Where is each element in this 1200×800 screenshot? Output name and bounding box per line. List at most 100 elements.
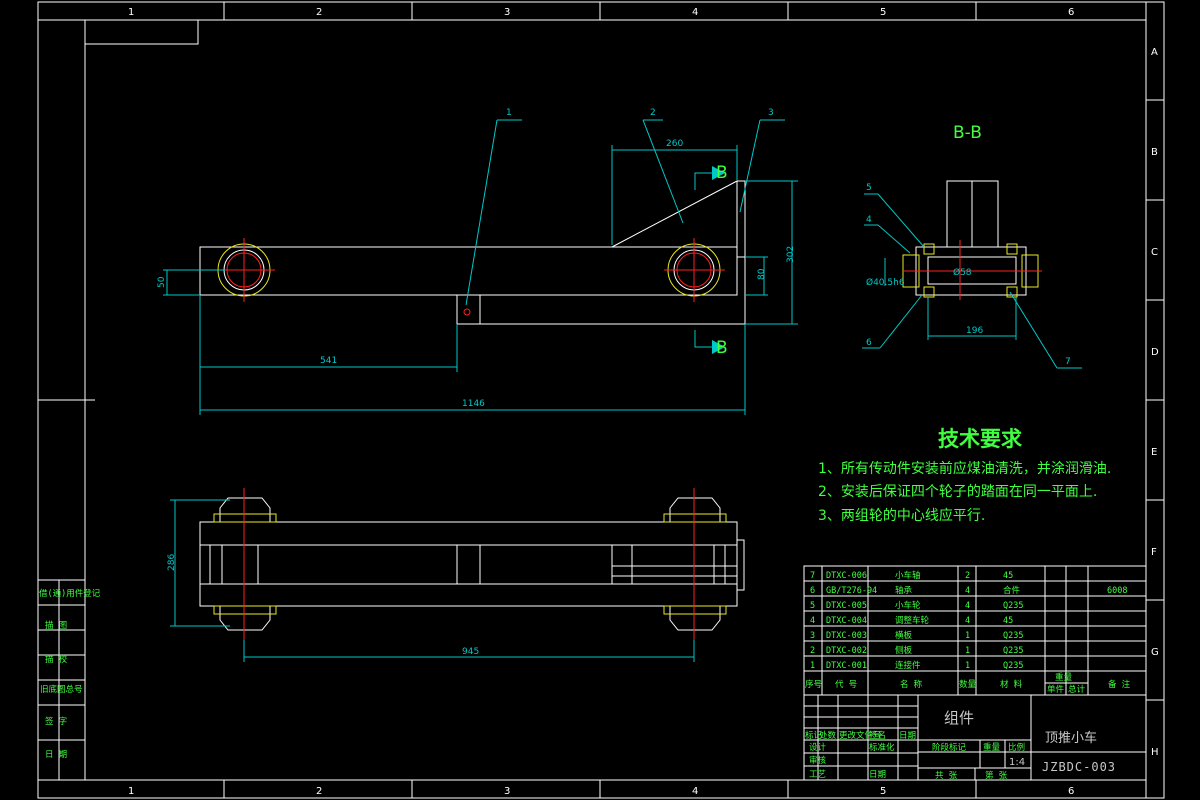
svg-text:1、所有传动件安装前应煤油清洗，并涂润滑油.: 1、所有传动件安装前应煤油清洗，并涂润滑油. xyxy=(818,460,1111,477)
svg-text:材 料: 材 料 xyxy=(1000,679,1023,690)
svg-text:B-B: B-B xyxy=(953,123,982,143)
svg-text:E: E xyxy=(1151,447,1157,458)
bom-cell: 横板 xyxy=(895,630,913,641)
svg-text:备 注: 备 注 xyxy=(1108,679,1131,690)
svg-text:3、两组轮的中心线应平行.: 3、两组轮的中心线应平行. xyxy=(818,507,985,524)
svg-text:重量: 重量 xyxy=(1055,672,1073,683)
top-wheel-br xyxy=(663,605,727,631)
svg-text:日 期: 日 期 xyxy=(45,750,67,760)
bom-cell: 4 xyxy=(965,616,970,626)
svg-text:代 号: 代 号 xyxy=(835,679,857,690)
svg-text:数量: 数量 xyxy=(959,679,977,690)
svg-text:3: 3 xyxy=(768,108,774,118)
svg-text:顶推小车: 顶推小车 xyxy=(1045,730,1097,746)
bom-cell: DTXC-002 xyxy=(826,646,867,656)
svg-text:5: 5 xyxy=(880,786,886,797)
svg-text:F: F xyxy=(1151,547,1157,558)
section-view: B-B Ø58 Ø40.5h6 196 5 4 6 7 xyxy=(862,123,1082,369)
svg-text:1: 1 xyxy=(506,108,512,118)
svg-text:1: 1 xyxy=(128,7,134,18)
grid-column-labels-top: 1 2 3 4 5 6 xyxy=(128,7,1074,18)
svg-text:302: 302 xyxy=(786,246,796,263)
bom-cell: DTXC-003 xyxy=(826,631,867,641)
bom-cell: 合件 xyxy=(1003,585,1021,596)
bom-cell: 45 xyxy=(1003,571,1013,581)
bom-cell: DTXC-004 xyxy=(826,616,867,626)
svg-text:H: H xyxy=(1151,747,1159,758)
bom-cell: Q235 xyxy=(1003,661,1023,671)
svg-text:5: 5 xyxy=(866,183,872,193)
svg-text:日期: 日期 xyxy=(899,731,916,741)
bom-cell: 小车轮 xyxy=(895,600,921,611)
svg-text:描 校: 描 校 xyxy=(45,654,68,665)
svg-text:2: 2 xyxy=(650,108,656,118)
svg-text:2、安装后保证四个轮子的踏面在同一平面上.: 2、安装后保证四个轮子的踏面在同一平面上. xyxy=(818,484,1097,500)
svg-text:4: 4 xyxy=(692,7,698,18)
svg-text:3: 3 xyxy=(504,7,510,18)
svg-text:设计: 设计 xyxy=(809,742,827,753)
svg-text:技术要求: 技术要求 xyxy=(938,427,1022,451)
svg-text:4: 4 xyxy=(692,786,698,797)
top-dimensions: 286 945 xyxy=(167,499,695,662)
svg-text:D: D xyxy=(1151,347,1159,358)
svg-text:2: 2 xyxy=(316,7,322,18)
svg-text:2: 2 xyxy=(316,786,322,797)
svg-text:6: 6 xyxy=(1068,7,1074,18)
svg-text:名 称: 名 称 xyxy=(900,679,923,690)
top-view xyxy=(199,488,745,640)
svg-text:50: 50 xyxy=(157,276,167,288)
front-dimensions: 260 302 80 50 541 1146 xyxy=(157,139,798,415)
grid-column-lines xyxy=(38,2,1164,798)
svg-text:共 张: 共 张 xyxy=(935,771,958,781)
front-wheel-right xyxy=(664,238,725,302)
bom-cell: 1 xyxy=(810,661,815,671)
bom-cell: 4 xyxy=(965,601,970,611)
svg-text:541: 541 xyxy=(320,356,337,366)
bom-cell: 调整车轮 xyxy=(895,615,930,626)
svg-text:80: 80 xyxy=(757,268,767,280)
svg-text:1:4: 1:4 xyxy=(1009,757,1025,768)
inner-border xyxy=(84,19,1147,781)
svg-text:1: 1 xyxy=(128,786,134,797)
bom-cell: 7 xyxy=(810,571,815,581)
svg-text:序号: 序号 xyxy=(805,679,822,690)
svg-text:重量: 重量 xyxy=(983,742,1001,753)
svg-text:B: B xyxy=(1151,147,1158,158)
svg-text:Ø40.5h6: Ø40.5h6 xyxy=(866,277,905,288)
bom-cell: 1 xyxy=(965,631,970,641)
tech-requirements: 技术要求 1、所有传动件安装前应煤油清洗，并涂润滑油. 2、安装后保证四个轮子的… xyxy=(818,427,1111,524)
svg-text:G: G xyxy=(1151,647,1159,658)
svg-text:260: 260 xyxy=(666,139,683,149)
outer-border xyxy=(37,1,1165,799)
svg-text:945: 945 xyxy=(462,647,479,657)
svg-text:单件: 单件 xyxy=(1047,684,1065,695)
svg-text:286: 286 xyxy=(167,554,177,571)
bom-cell: 6 xyxy=(810,586,815,596)
svg-text:签名: 签名 xyxy=(869,730,886,741)
bom-cell: 1 xyxy=(965,661,970,671)
grid-column-labels-bottom: 1 2 3 4 5 6 xyxy=(128,786,1074,797)
svg-text:第 张: 第 张 xyxy=(985,770,1008,781)
drawing-sheet: 1 2 3 4 5 6 1 2 3 4 5 6 A B C D E F G H … xyxy=(37,1,1165,799)
svg-text:描 图: 描 图 xyxy=(45,620,67,631)
svg-text:A: A xyxy=(1151,47,1158,58)
bom-cell: 2 xyxy=(810,646,815,656)
bom-cell: 4 xyxy=(810,616,815,626)
svg-text:旧底图总号: 旧底图总号 xyxy=(40,684,83,695)
svg-text:4: 4 xyxy=(866,215,872,225)
svg-text:6: 6 xyxy=(866,338,872,348)
bom-cell: 5 xyxy=(810,601,815,611)
bom-cell: 1 xyxy=(965,646,970,656)
bom-cell: 4 xyxy=(965,586,970,596)
bom-cell: 小车轴 xyxy=(895,570,921,581)
svg-text:C: C xyxy=(1151,247,1158,258)
bom-cell: DTXC-005 xyxy=(826,601,867,611)
bom-cell: GB/T276-94 xyxy=(826,586,877,596)
svg-text:工艺: 工艺 xyxy=(809,770,826,780)
svg-text:1146: 1146 xyxy=(462,399,485,409)
bom-cell: 45 xyxy=(1003,616,1013,626)
svg-text:B: B xyxy=(716,163,728,183)
bom-table: 7 DTXC-006 小车轴 2 45 6 GB/T276-94 轴承 4 合件 6008 5 DTXC… xyxy=(803,565,1147,696)
bom-cell: 6008 xyxy=(1107,586,1127,596)
svg-text:日期: 日期 xyxy=(869,770,886,780)
